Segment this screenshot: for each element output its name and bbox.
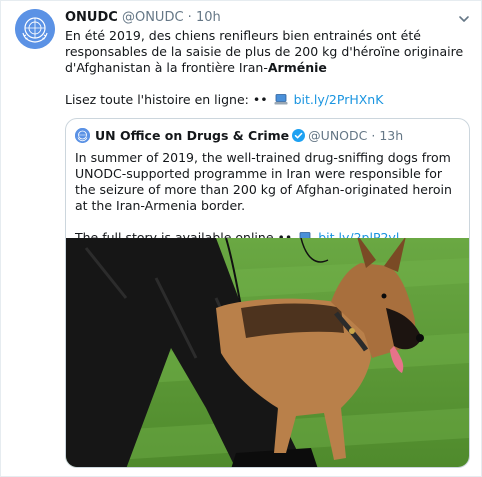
verified-badge-icon [292, 129, 306, 142]
tweet-text-bold: Arménie [267, 60, 327, 75]
tweet-card[interactable]: ONUDC @ONUDC · 10h En été 2019, des chie… [0, 0, 482, 477]
tweet-header: ONUDC @ONUDC · 10h [65, 10, 221, 25]
quoted-author-handle[interactable]: @UNODC [308, 128, 367, 143]
author-handle[interactable]: @ONUDC [122, 10, 184, 25]
laptop-icon [274, 93, 288, 109]
quoted-tweet[interactable]: UN Office on Drugs & Crime @UNODC · 13h … [65, 118, 470, 468]
quoted-tweet-text: In summer of 2019, the well-trained drug… [75, 150, 463, 247]
quoted-tweet-time[interactable]: 13h [379, 128, 403, 143]
dog-photo[interactable] [66, 233, 469, 467]
chevron-down-icon[interactable] [457, 11, 471, 25]
quoted-header-separator: · [371, 128, 376, 143]
tweet-text: En été 2019, des chiens renifleurs bien … [65, 28, 470, 109]
tweet-text-main: En été 2019, des chiens renifleurs bien … [65, 28, 464, 75]
quoted-tweet-header: UN Office on Drugs & Crime @UNODC · 13h [75, 128, 403, 143]
tweet-time[interactable]: 10h [196, 10, 221, 25]
author-name[interactable]: ONUDC [65, 10, 118, 25]
un-emblem-icon[interactable] [15, 9, 55, 49]
read-more-text: Lisez toute l'histoire en ligne: •• [65, 92, 268, 107]
story-link[interactable]: bit.ly/2PrHXnK [294, 92, 384, 107]
quoted-author-name[interactable]: UN Office on Drugs & Crime [95, 128, 289, 143]
quoted-un-emblem-icon[interactable] [75, 128, 90, 143]
header-separator: · [187, 10, 192, 25]
quoted-text-main: In summer of 2019, the well-trained drug… [75, 150, 452, 213]
